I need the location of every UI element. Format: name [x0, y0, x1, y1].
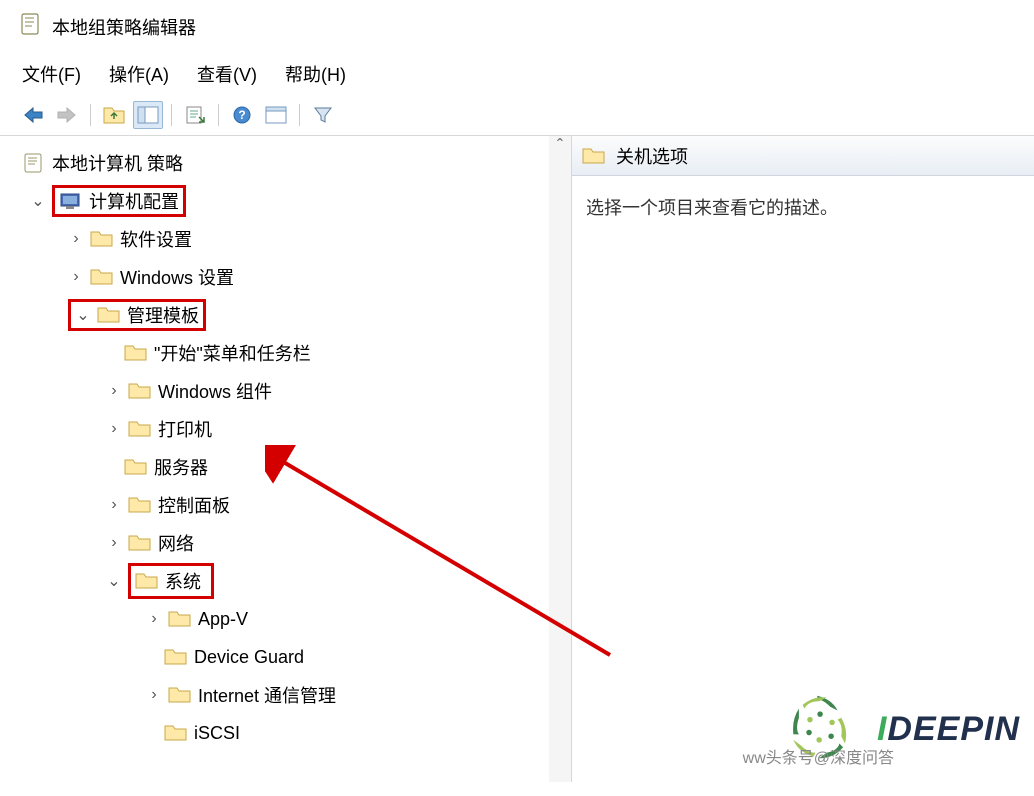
folder-icon: [128, 495, 152, 515]
chevron-right-icon[interactable]: ›: [146, 610, 162, 628]
folder-icon: [135, 571, 159, 591]
folder-icon: [582, 146, 606, 166]
tree-device-guard[interactable]: Device Guard: [164, 638, 567, 676]
tree-computer-config[interactable]: ⌄ 计算机配置: [30, 182, 567, 220]
up-folder-button[interactable]: [99, 101, 129, 129]
watermark-credit: ww头条号@深度问答: [743, 744, 894, 768]
app-icon: [20, 12, 42, 41]
folder-icon: [168, 685, 192, 705]
tree-windows-settings[interactable]: › Windows 设置: [68, 258, 567, 296]
folder-icon: [90, 267, 114, 287]
tree-pane: 本地计算机 策略 ⌄ 计算机配置 › 软件设置 › Windows 设置 ⌄: [0, 136, 572, 782]
menu-view[interactable]: 查看(V): [197, 61, 257, 87]
toolbar-separator: [171, 104, 172, 126]
tree-appv[interactable]: › App-V: [146, 600, 567, 638]
folder-icon: [90, 229, 114, 249]
menu-help[interactable]: 帮助(H): [285, 61, 346, 87]
show-hide-tree-button[interactable]: [133, 101, 163, 129]
back-button[interactable]: [18, 101, 48, 129]
properties-button[interactable]: [261, 101, 291, 129]
chevron-down-icon[interactable]: ⌄: [106, 571, 122, 591]
watermark-brand: IDEEPIN: [877, 710, 1020, 749]
highlight-box: ⌄ 管理模板: [68, 299, 206, 331]
filter-button[interactable]: [308, 101, 338, 129]
folder-icon: [168, 609, 192, 629]
tree-label: 控制面板: [158, 492, 230, 518]
help-button[interactable]: ?: [227, 101, 257, 129]
scrollbar[interactable]: ˆ: [549, 136, 571, 782]
tree-label: 打印机: [158, 416, 212, 442]
tree-control-panel[interactable]: › 控制面板: [106, 486, 567, 524]
chevron-down-icon[interactable]: ⌄: [75, 305, 91, 325]
folder-icon: [164, 723, 188, 743]
tree-start-menu[interactable]: "开始"菜单和任务栏: [124, 334, 567, 372]
chevron-right-icon[interactable]: ›: [68, 230, 84, 248]
detail-header: 关机选项: [572, 136, 1034, 176]
chevron-right-icon[interactable]: ›: [106, 382, 122, 400]
highlight-box: 计算机配置: [52, 185, 186, 217]
toolbar-separator: [218, 104, 219, 126]
tree-software-settings[interactable]: › 软件设置: [68, 220, 567, 258]
tree-label: iSCSI: [194, 723, 240, 744]
export-button[interactable]: [180, 101, 210, 129]
highlight-box: 系统: [128, 563, 214, 599]
chevron-right-icon[interactable]: ›: [106, 420, 122, 438]
detail-body: 选择一个项目来查看它的描述。: [572, 176, 1034, 238]
forward-button[interactable]: [52, 101, 82, 129]
policy-icon: [22, 153, 46, 173]
folder-icon: [124, 457, 148, 477]
chevron-right-icon[interactable]: ›: [106, 496, 122, 514]
tree-system[interactable]: ⌄ 系统: [106, 562, 567, 600]
folder-icon: [97, 305, 121, 325]
tree-windows-components[interactable]: › Windows 组件: [106, 372, 567, 410]
tree-network[interactable]: › 网络: [106, 524, 567, 562]
tree-admin-templates[interactable]: ⌄ 管理模板: [68, 296, 567, 334]
detail-title: 关机选项: [616, 143, 688, 169]
tree-internet-comm[interactable]: › Internet 通信管理: [146, 676, 567, 714]
chevron-right-icon[interactable]: ›: [68, 268, 84, 286]
toolbar: ?: [0, 97, 1034, 136]
menubar: 文件(F) 操作(A) 查看(V) 帮助(H): [0, 53, 1034, 97]
tree-printers[interactable]: › 打印机: [106, 410, 567, 448]
tree-label: App-V: [198, 609, 248, 630]
folder-icon: [164, 647, 188, 667]
tree-label: 计算机配置: [89, 188, 179, 214]
tree-iscsi[interactable]: iSCSI: [164, 714, 567, 752]
folder-icon: [128, 381, 152, 401]
toolbar-separator: [299, 104, 300, 126]
menu-action[interactable]: 操作(A): [109, 61, 169, 87]
tree-label: 本地计算机 策略: [52, 150, 183, 176]
tree-label: 网络: [158, 530, 194, 556]
titlebar: 本地组策略编辑器: [0, 0, 1034, 53]
folder-icon: [128, 533, 152, 553]
tree-label: 系统: [165, 568, 201, 594]
computer-icon: [59, 191, 83, 211]
tree-label: Windows 组件: [158, 378, 272, 404]
toolbar-separator: [90, 104, 91, 126]
window-title: 本地组策略编辑器: [52, 14, 196, 40]
tree-label: Windows 设置: [120, 264, 234, 290]
chevron-right-icon[interactable]: ›: [106, 534, 122, 552]
chevron-down-icon[interactable]: ⌄: [30, 191, 46, 211]
folder-icon: [124, 343, 148, 363]
tree-label: Internet 通信管理: [198, 682, 336, 708]
tree-label: 服务器: [154, 454, 208, 480]
svg-text:?: ?: [238, 108, 245, 122]
menu-file[interactable]: 文件(F): [22, 61, 81, 87]
folder-icon: [128, 419, 152, 439]
tree-root[interactable]: 本地计算机 策略: [22, 144, 567, 182]
tree-label: 管理模板: [127, 302, 199, 328]
scroll-up-icon[interactable]: ˆ: [550, 136, 570, 156]
tree-label: 软件设置: [120, 226, 192, 252]
tree-label: Device Guard: [194, 647, 304, 668]
chevron-right-icon[interactable]: ›: [146, 686, 162, 704]
tree-server[interactable]: 服务器: [124, 448, 567, 486]
tree-label: "开始"菜单和任务栏: [154, 340, 311, 366]
